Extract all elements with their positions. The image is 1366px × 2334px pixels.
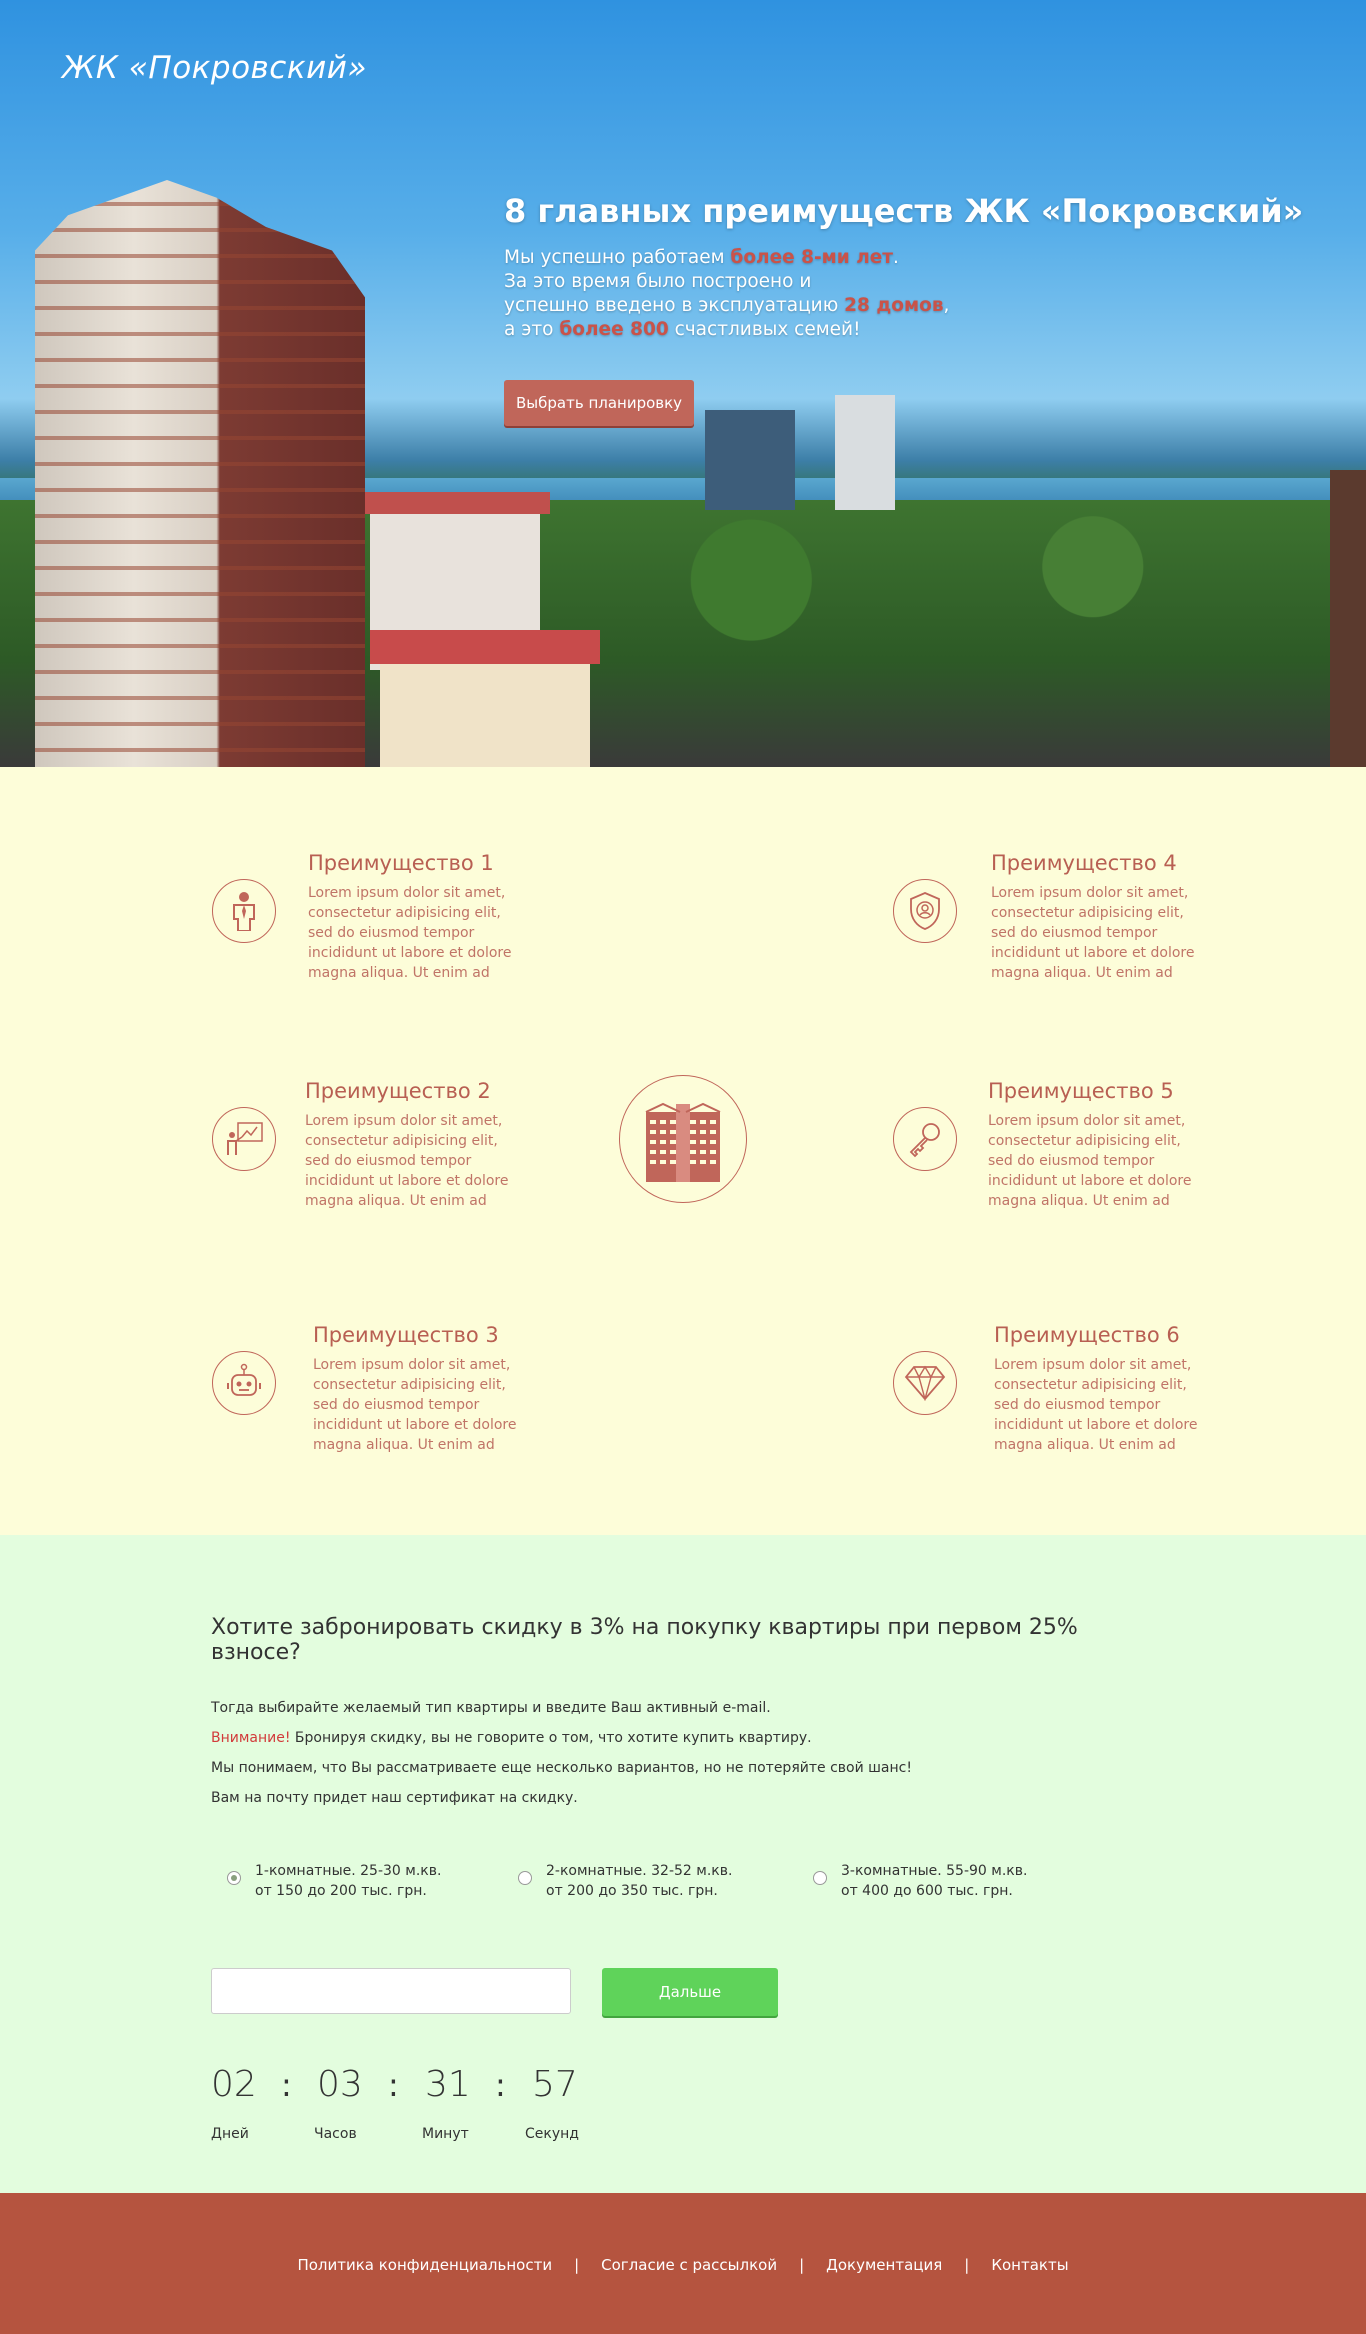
footer-links: Политика конфиденциальности | Согласие с… [297,2256,1068,2274]
hero-content: 8 главных преимуществ ЖК «Покровский» Мы… [504,192,1324,426]
benefit-description: Lorem ipsum dolor sit amet, consectetur … [994,1357,1198,1453]
option-line: от 400 до 600 тыс. грн. [841,1883,1013,1899]
robot-icon [212,1351,276,1415]
warning-label: Внимание! [211,1730,291,1746]
discount-form-section: Хотите забронировать скидку в 3% на поку… [0,1535,1366,2193]
tower-building-photo [35,180,365,767]
option-line: от 150 до 200 тыс. грн. [255,1883,427,1899]
benefit-text: Преимущество 2 Lorem ipsum dolor sit ame… [305,1079,510,1211]
choose-layout-button[interactable]: Выбрать планировку [504,380,695,426]
benefit-title: Преимущество 4 [991,851,1177,875]
timer-days-label: Дней [211,2126,249,2142]
timer-hours-label: Часов [314,2126,357,2142]
option-line: от 200 до 350 тыс. грн. [546,1883,718,1899]
apartment-type-options: 1-комнатные. 25-30 м.кв. от 150 до 200 ты… [211,1861,1171,1921]
benefit-description: Lorem ipsum dolor sit amet, consectetur … [308,885,512,981]
documentation-link[interactable]: Документация [826,2256,942,2274]
option-line: 3-комнатные. 55-90 м.кв. [841,1863,1028,1879]
timer-separator: : [388,2066,399,2104]
diamond-icon [893,1351,957,1415]
countdown-timer: 02 : 03 : 31 : 57 Дней Часов Минут Секун… [211,2064,1171,2164]
option-label: 2-комнатные. 32-52 м.кв. от 200 до 350 ты… [546,1861,732,1901]
timer-minutes-label: Минут [422,2126,469,2142]
benefit-description: Lorem ipsum dolor sit amet, consectetur … [305,1113,509,1209]
option-3-room[interactable]: 3-комнатные. 55-90 м.кв. от 400 до 600 ты… [813,1861,1027,1901]
benefit-title: Преимущество 3 [313,1323,499,1347]
newsletter-consent-link[interactable]: Согласие с рассылкой [601,2256,777,2274]
timer-seconds: 57 [532,2064,578,2105]
benefit-text: Преимущество 6 Lorem ipsum dolor sit ame… [994,1323,1199,1455]
hero-text: , [943,295,950,316]
benefit-title: Преимущество 6 [994,1323,1180,1347]
discount-form: Хотите забронировать скидку в 3% на поку… [211,1615,1171,2164]
user-shield-icon [893,879,957,943]
radio-button[interactable] [227,1871,241,1885]
option-line: 1-комнатные. 25-30 м.кв. [255,1863,442,1879]
benefit-title: Преимущество 2 [305,1079,491,1103]
option-label: 3-комнатные. 55-90 м.кв. от 400 до 600 ты… [841,1861,1027,1901]
discount-text: Внимание! Бронируя скидку, вы не говорит… [211,1723,1171,1753]
radio-button[interactable] [518,1871,532,1885]
businessman-icon [212,879,276,943]
hero-highlight: более 800 [559,319,669,340]
hero-text: а это [504,319,560,340]
hero-line-2: За это время было построено и [504,271,812,292]
hero-line-1: Мы успешно работаем более 8-ми лет. [504,246,1324,270]
discount-text: Вам на почту придет наш сертификат на ск… [211,1790,578,1806]
discount-text: Тогда выбирайте желаемый тип квартиры и … [211,1700,771,1716]
option-1-room[interactable]: 1-комнатные. 25-30 м.кв. от 150 до 200 ты… [227,1861,441,1901]
hero-text: успешно введено в эксплуатацию [504,295,845,316]
timer-separator: : [495,2066,506,2104]
hero-text: Мы успешно работаем [504,247,731,268]
footer-separator: | [964,2255,970,2274]
benefit-description: Lorem ipsum dolor sit amet, consectetur … [988,1113,1192,1209]
footer: Политика конфиденциальности | Согласие с… [0,2193,1366,2334]
timer-separator: : [281,2066,292,2104]
benefit-title: Преимущество 5 [988,1079,1174,1103]
hero-line-4: а это более 800 счастливых семей! [504,318,1324,342]
benefit-description: Lorem ipsum dolor sit amet, consectetur … [313,1357,517,1453]
site-logo[interactable]: ЖК «Покровский» [62,50,367,86]
discount-text: Бронируя скидку, вы не говорите о том, ч… [290,1730,812,1746]
footer-separator: | [574,2255,580,2274]
footer-separator: | [799,2255,805,2274]
email-row: Дальше [211,1968,1171,2016]
contacts-link[interactable]: Контакты [991,2256,1068,2274]
hero-text: . [893,247,899,268]
benefit-text: Преимущество 1 Lorem ipsum dolor sit ame… [308,851,513,983]
presentation-icon [212,1107,276,1171]
hero-highlight: 28 домов [844,295,944,316]
benefit-text: Преимущество 5 Lorem ipsum dolor sit ame… [988,1079,1193,1211]
next-button[interactable]: Дальше [602,1968,778,2016]
hero-highlight: более 8-ми лет [730,247,894,268]
buildings-icon [619,1075,747,1203]
email-input[interactable] [211,1968,571,2014]
hero-line-3: успешно введено в эксплуатацию 28 домов, [504,294,1324,318]
timer-hours: 03 [317,2064,363,2105]
hero-text: счастливых семей! [668,319,861,340]
option-2-room[interactable]: 2-комнатные. 32-52 м.кв. от 200 до 350 ты… [518,1861,732,1901]
timer-minutes: 31 [425,2064,471,2105]
hero-section: ЖК «Покровский» 8 главных преимуществ ЖК… [0,0,1366,767]
benefits-section: Преимущество 1 Lorem ipsum dolor sit ame… [0,767,1366,1535]
timer-seconds-label: Секунд [525,2126,579,2142]
radio-button[interactable] [813,1871,827,1885]
privacy-policy-link[interactable]: Политика конфиденциальности [297,2256,552,2274]
benefit-text: Преимущество 3 Lorem ipsum dolor sit ame… [313,1323,518,1455]
hero-title: 8 главных преимуществ ЖК «Покровский» [504,192,1304,230]
option-label: 1-комнатные. 25-30 м.кв. от 150 до 200 ты… [255,1861,441,1901]
benefit-title: Преимущество 1 [308,851,494,875]
house-building [370,630,600,767]
benefit-description: Lorem ipsum dolor sit amet, consectetur … [991,885,1195,981]
discount-description: Тогда выбирайте желаемый тип квартиры и … [211,1693,1171,1813]
discount-text: Мы понимаем, что Вы рассматриваете еще н… [211,1760,912,1776]
edge-building [1330,470,1366,767]
hero-description: Мы успешно работаем более 8-ми лет. За э… [504,246,1324,342]
key-icon [893,1107,957,1171]
timer-days: 02 [211,2064,257,2105]
benefit-text: Преимущество 4 Lorem ipsum dolor sit ame… [991,851,1196,983]
discount-title: Хотите забронировать скидку в 3% на поку… [211,1615,1078,1665]
option-line: 2-комнатные. 32-52 м.кв. [546,1863,733,1879]
